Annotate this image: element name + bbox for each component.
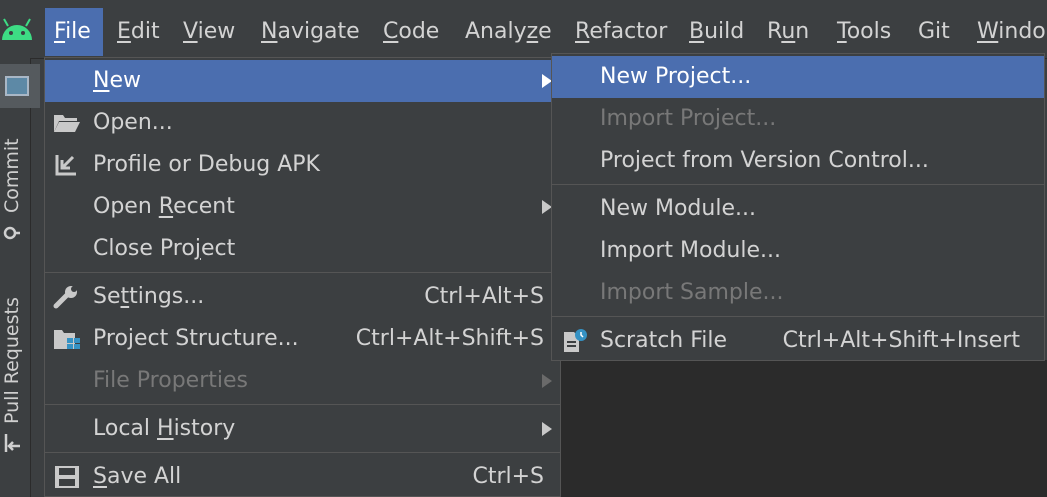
menu-separator xyxy=(552,184,1044,185)
menu-analyze[interactable]: Analyze xyxy=(456,8,561,56)
left-tool-strip: Commit Pull Requests xyxy=(0,58,40,497)
menu-build[interactable]: Build xyxy=(680,8,753,56)
import-arrow-icon xyxy=(55,155,76,176)
menu-separator xyxy=(552,316,1044,317)
menu-navigate[interactable]: Navigate xyxy=(252,8,369,56)
menu-window[interactable]: Windo xyxy=(968,8,1047,56)
menu-item-new[interactable]: New xyxy=(45,60,560,102)
shortcut-label: Ctrl+Alt+Shift+S xyxy=(355,326,544,351)
menu-item-profile-debug-apk[interactable]: Profile or Debug APK xyxy=(45,144,560,186)
menu-file[interactable]: File xyxy=(45,8,103,56)
file-menu-dropdown: New Open... Profile or Debug APK Open Re… xyxy=(44,57,561,497)
menu-item-import-project[interactable]: Import Project... xyxy=(552,98,1044,140)
project-structure-icon xyxy=(54,330,80,349)
new-submenu-dropdown: New Project... Import Project... Project… xyxy=(551,53,1045,361)
folder-open-icon xyxy=(54,115,80,132)
ide-window: File Edit View Navigate Code Analyze Ref… xyxy=(0,0,1047,497)
menu-item-open[interactable]: Open... xyxy=(45,102,560,144)
menu-code[interactable]: Code xyxy=(374,8,448,56)
menu-bar: File Edit View Navigate Code Analyze Ref… xyxy=(0,0,1047,59)
menu-edit[interactable]: Edit xyxy=(108,8,169,56)
menu-item-import-module[interactable]: Import Module... xyxy=(552,230,1044,272)
menu-item-open-recent[interactable]: Open Recent xyxy=(45,186,560,228)
menu-separator xyxy=(45,404,560,405)
save-disk-icon xyxy=(55,466,79,488)
wrench-icon xyxy=(53,286,77,309)
menu-item-local-history[interactable]: Local History xyxy=(45,408,560,450)
menu-git[interactable]: Git xyxy=(909,8,959,56)
menu-item-project-structure[interactable]: Project Structure... Ctrl+Alt+Shift+S xyxy=(45,318,560,360)
menu-run[interactable]: Run xyxy=(758,8,818,56)
pull-requests-toolwindow-label[interactable]: Pull Requests xyxy=(1,297,23,424)
commit-icon xyxy=(3,226,20,240)
project-icon xyxy=(5,76,29,96)
menu-item-save-all[interactable]: Save All Ctrl+S xyxy=(45,456,560,497)
menu-item-close-project[interactable]: Close Project xyxy=(45,228,560,270)
scratch-file-icon xyxy=(564,329,587,352)
pull-request-icon xyxy=(4,434,20,452)
menu-item-project-from-vcs[interactable]: Project from Version Control... xyxy=(552,140,1044,182)
editor-area xyxy=(560,360,1047,497)
menu-item-settings[interactable]: Settings... Ctrl+Alt+S xyxy=(45,276,560,318)
project-toolwindow-button[interactable] xyxy=(0,64,40,108)
menu-tools[interactable]: Tools xyxy=(828,8,900,56)
commit-toolwindow-label[interactable]: Commit xyxy=(1,138,23,213)
submenu-arrow-icon xyxy=(542,374,552,388)
menu-separator xyxy=(45,452,560,453)
menu-separator xyxy=(45,272,560,273)
menu-item-import-sample[interactable]: Import Sample... xyxy=(552,272,1044,314)
menu-item-scratch-file[interactable]: Scratch File Ctrl+Alt+Shift+Insert xyxy=(552,320,1044,362)
shortcut-label: Ctrl+Alt+Shift+Insert xyxy=(782,328,1020,353)
submenu-arrow-icon xyxy=(542,422,552,436)
menu-view[interactable]: View xyxy=(174,8,244,56)
menu-item-file-properties[interactable]: File Properties xyxy=(45,360,560,402)
shortcut-label: Ctrl+S xyxy=(472,464,544,489)
menu-item-new-project[interactable]: New Project... xyxy=(552,56,1044,98)
menu-item-new-module[interactable]: New Module... xyxy=(552,188,1044,230)
shortcut-label: Ctrl+Alt+S xyxy=(424,284,544,309)
android-logo-icon xyxy=(2,18,32,40)
menu-refactor[interactable]: Refactor xyxy=(566,8,676,56)
